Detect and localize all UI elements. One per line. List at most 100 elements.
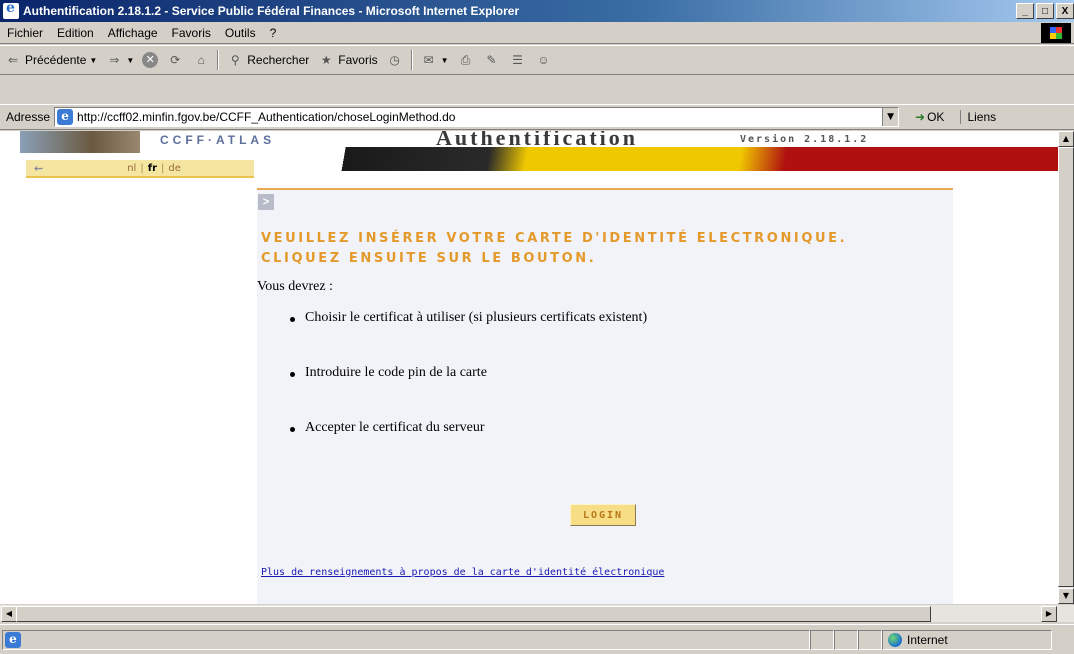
- menu-edition[interactable]: Edition: [50, 26, 101, 40]
- login-panel: > VEUILLEZ INSÉRER VOTRE CARTE D'IDENTIT…: [257, 188, 953, 604]
- page-icon: e: [57, 109, 74, 125]
- bullet-icon: [290, 427, 295, 432]
- forward-arrow-icon: ⇒: [109, 53, 120, 67]
- edit-button[interactable]: ✎: [479, 51, 505, 69]
- home-button[interactable]: ⌂: [188, 51, 214, 69]
- address-label: Adresse: [6, 110, 51, 124]
- search-icon: ⚲: [230, 53, 240, 67]
- links-button[interactable]: Liens: [960, 110, 996, 124]
- print-button[interactable]: ⎙: [453, 51, 479, 69]
- lang-nl-link[interactable]: nl: [127, 163, 136, 174]
- history-icon: ◷: [389, 53, 400, 67]
- language-bar: ⇜ nl | fr | de: [26, 160, 254, 178]
- vertical-scrollbar[interactable]: ▲ ▼: [1058, 131, 1074, 604]
- menu-fichier[interactable]: Fichier: [0, 26, 50, 40]
- list-item: Introduire le code pin de la carte: [287, 365, 647, 420]
- back-home-icon[interactable]: ⇜: [34, 162, 43, 175]
- print-icon: ⎙: [460, 53, 471, 67]
- status-bar: e Internet: [0, 624, 1074, 654]
- address-bar: Adresse e http://ccff02.minfin.fgov.be/C…: [0, 104, 1074, 130]
- page-viewport: CCFF·ATLAS Authentification Version 2.18…: [0, 131, 1058, 604]
- banner-logo-text: CCFF·ATLAS: [160, 133, 276, 147]
- mail-icon: ✉: [423, 53, 434, 67]
- back-label: Précédente: [25, 53, 87, 67]
- eid-info-link[interactable]: Plus de renseignements à propos de la ca…: [261, 567, 664, 578]
- lang-de-link[interactable]: de: [168, 163, 181, 174]
- menu-help[interactable]: ?: [263, 26, 284, 40]
- ie-icon: [3, 0, 19, 19]
- zone-label: Internet: [907, 632, 948, 647]
- search-button[interactable]: ⚲ Rechercher: [222, 51, 313, 69]
- banner-title: Authentification: [436, 131, 638, 150]
- back-arrow-icon: ⇐: [7, 53, 19, 67]
- menu-bar: Fichier Edition Affichage Favoris Outils…: [0, 22, 1074, 44]
- home-icon: ⌂: [197, 53, 205, 67]
- headline-line-1: VEUILLEZ INSÉRER VOTRE CARTE D'IDENTITÉ …: [261, 231, 848, 246]
- scroll-up-icon[interactable]: ▲: [1058, 131, 1074, 147]
- go-button[interactable]: ➜ OK: [915, 110, 944, 124]
- steps-list: Choisir le certificat à utiliser (si plu…: [287, 310, 647, 475]
- bullet-icon: [290, 317, 295, 322]
- go-arrow-icon: ➜: [915, 110, 926, 124]
- status-cell: [834, 629, 858, 650]
- favorites-label: Favoris: [338, 53, 378, 67]
- back-dropdown-icon[interactable]: ▼: [89, 56, 97, 65]
- headline-line-2: CLIQUEZ ENSUITE SUR LE BOUTON.: [261, 251, 597, 266]
- horizontal-scrollbar[interactable]: ◀ ▶: [0, 604, 1074, 622]
- banner-flag-stripe: [300, 147, 1058, 171]
- refresh-button[interactable]: ⟳: [162, 51, 188, 69]
- menu-outils[interactable]: Outils: [218, 26, 263, 40]
- status-cell: [810, 629, 834, 650]
- refresh-icon: ⟳: [170, 53, 181, 67]
- messenger-icon: ☺: [537, 53, 550, 67]
- step-text: Accepter le certificat du serveur: [305, 420, 485, 435]
- banner-logo-image: [20, 131, 140, 153]
- title-bar[interactable]: Authentification 2.18.1.2 - Service Publ…: [0, 0, 1074, 22]
- address-dropdown-icon[interactable]: ▼: [882, 108, 899, 126]
- step-text: Choisir le certificat à utiliser (si plu…: [305, 310, 648, 325]
- language-switcher: nl | fr | de: [127, 163, 181, 174]
- favorites-icon: ★: [320, 53, 332, 67]
- security-zone: Internet: [882, 629, 1052, 650]
- scroll-left-icon[interactable]: ◀: [1, 606, 17, 622]
- forward-button[interactable]: ⇒ ▼: [101, 51, 138, 69]
- discuss-icon: ☰: [512, 53, 523, 67]
- vertical-scroll-thumb[interactable]: [1058, 147, 1074, 587]
- history-button[interactable]: ◷: [382, 51, 408, 69]
- address-input[interactable]: e http://ccff02.minfin.fgov.be/CCFF_Auth…: [54, 107, 900, 127]
- back-button[interactable]: ⇐ Précédente ▼: [0, 51, 101, 69]
- windows-logo-icon: [1041, 23, 1071, 43]
- step-text: Introduire le code pin de la carte: [305, 365, 487, 380]
- mail-button[interactable]: ✉ ▼: [416, 51, 453, 69]
- intro-text: Vous devrez :: [257, 279, 333, 294]
- forward-dropdown-icon[interactable]: ▼: [126, 56, 134, 65]
- mail-dropdown-icon[interactable]: ▼: [441, 56, 449, 65]
- toolbar: ⇐ Précédente ▼ ⇒ ▼ ✕ ⟳ ⌂ ⚲ Rechercher ★ …: [0, 45, 1074, 75]
- page-status-icon: e: [5, 631, 21, 648]
- menu-favoris[interactable]: Favoris: [165, 26, 218, 40]
- instruction-headline: VEUILLEZ INSÉRER VOTRE CARTE D'IDENTITÉ …: [261, 229, 847, 269]
- lang-fr-link[interactable]: fr: [148, 163, 157, 174]
- maximize-button[interactable]: □: [1036, 3, 1054, 19]
- window-title: Authentification 2.18.1.2 - Service Publ…: [23, 4, 520, 18]
- horizontal-scroll-thumb[interactable]: [16, 606, 931, 622]
- go-label: OK: [927, 110, 945, 124]
- login-button[interactable]: LOGIN: [570, 504, 636, 526]
- scroll-down-icon[interactable]: ▼: [1058, 588, 1074, 604]
- banner-version: Version 2.18.1.2: [740, 134, 869, 145]
- favorites-button[interactable]: ★ Favoris: [313, 51, 381, 69]
- window-controls: _ □ X: [1016, 3, 1074, 19]
- messenger-button[interactable]: ☺: [531, 51, 557, 69]
- stop-button[interactable]: ✕: [138, 52, 162, 68]
- list-item: Accepter le certificat du serveur: [287, 420, 647, 475]
- close-button[interactable]: X: [1056, 3, 1074, 19]
- minimize-button[interactable]: _: [1016, 3, 1034, 19]
- address-url[interactable]: http://ccff02.minfin.fgov.be/CCFF_Authen…: [77, 110, 455, 124]
- browser-window: Authentification 2.18.1.2 - Service Publ…: [0, 0, 1074, 654]
- menu-affichage[interactable]: Affichage: [101, 26, 165, 40]
- scroll-right-icon[interactable]: ▶: [1041, 606, 1057, 622]
- status-cell: [858, 629, 882, 650]
- toolbar-separator: [410, 50, 413, 70]
- discuss-button[interactable]: ☰: [505, 51, 531, 69]
- status-text-cell: e: [2, 629, 810, 650]
